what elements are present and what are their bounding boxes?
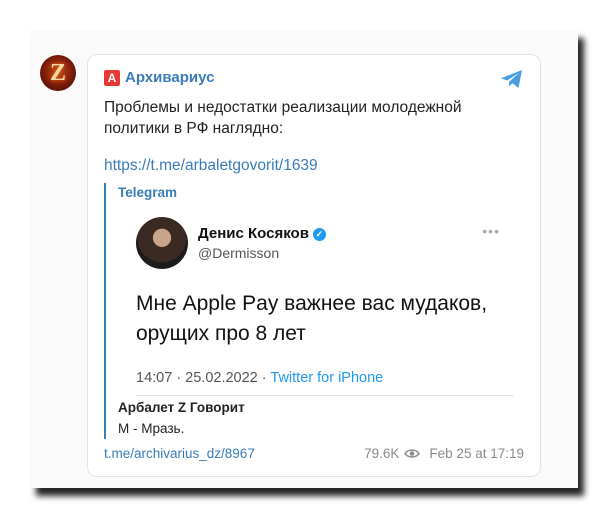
channel-avatar[interactable]: Z (40, 55, 76, 91)
message-link[interactable]: t.me/archivarius_dz/8967 (104, 446, 255, 461)
more-options-icon: ••• (482, 223, 500, 239)
channel-name[interactable]: Архивариус (125, 69, 214, 86)
avatar-letter: Z (49, 59, 66, 86)
tweet-avatar (136, 217, 188, 269)
tweet-source: Twitter for iPhone (270, 370, 384, 386)
post-link[interactable]: https://t.me/arbaletgovorit/1639 (104, 157, 318, 175)
caption-author: Арбалет Z Говорит (118, 400, 245, 415)
telegram-icon[interactable] (500, 69, 524, 89)
quote-source[interactable]: Telegram (118, 185, 177, 200)
post-text: Проблемы и недостатки реализации молодеж… (104, 99, 462, 137)
tweet-author-name: Денис Косяков ✓ (198, 225, 326, 242)
channel-badge: А (104, 69, 120, 86)
message-meta: 79.6K Feb 25 at 17:19 (364, 446, 524, 461)
tweet-body: Мне Apple Pay важнее вас мудаков, орущих… (136, 292, 488, 345)
channel-header[interactable]: А Архивариус (104, 69, 214, 86)
view-count: 79.6K (364, 446, 400, 461)
tweet-meta: 14:07 · 25.02.2022 · Twitter for iPhone (136, 370, 383, 386)
tweet-timestamp: 14:07 · 25.02.2022 · (136, 370, 267, 386)
tweet-author-name-text: Денис Косяков (198, 225, 309, 242)
verified-icon: ✓ (312, 228, 326, 241)
message-card: А Архивариус Проблемы и недостатки реали… (87, 54, 541, 477)
tweet-handle: @Dermisson (198, 245, 280, 261)
message-date: Feb 25 at 17:19 (429, 446, 524, 461)
caption-text: М - Мразь. (118, 421, 185, 436)
forwarded-quote: Telegram Денис Косяков ✓ @Dermisson ••• М… (104, 183, 526, 439)
tweet-divider (136, 395, 514, 396)
eye-icon (404, 449, 421, 458)
